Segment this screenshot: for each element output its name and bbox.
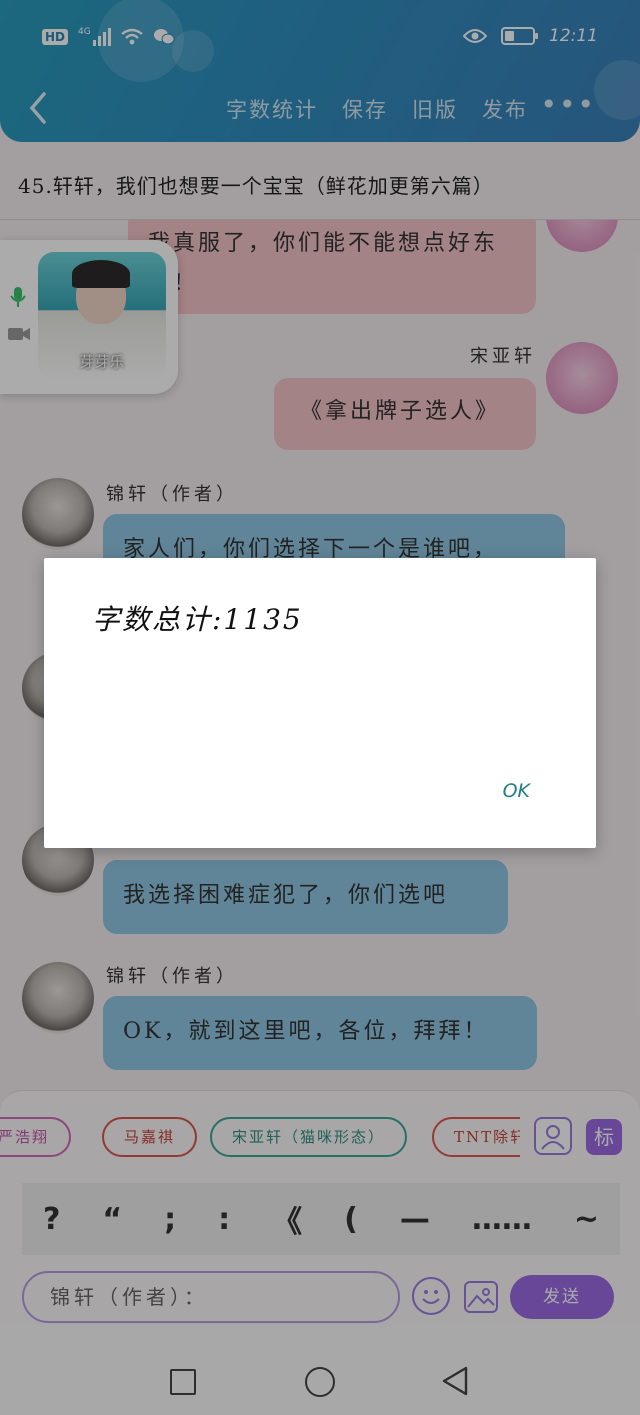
word-count-dialog: 字数总计:1135 OK [44, 558, 596, 848]
ok-button[interactable]: OK [503, 780, 530, 802]
dialog-message: 字数总计:1135 [92, 603, 303, 636]
